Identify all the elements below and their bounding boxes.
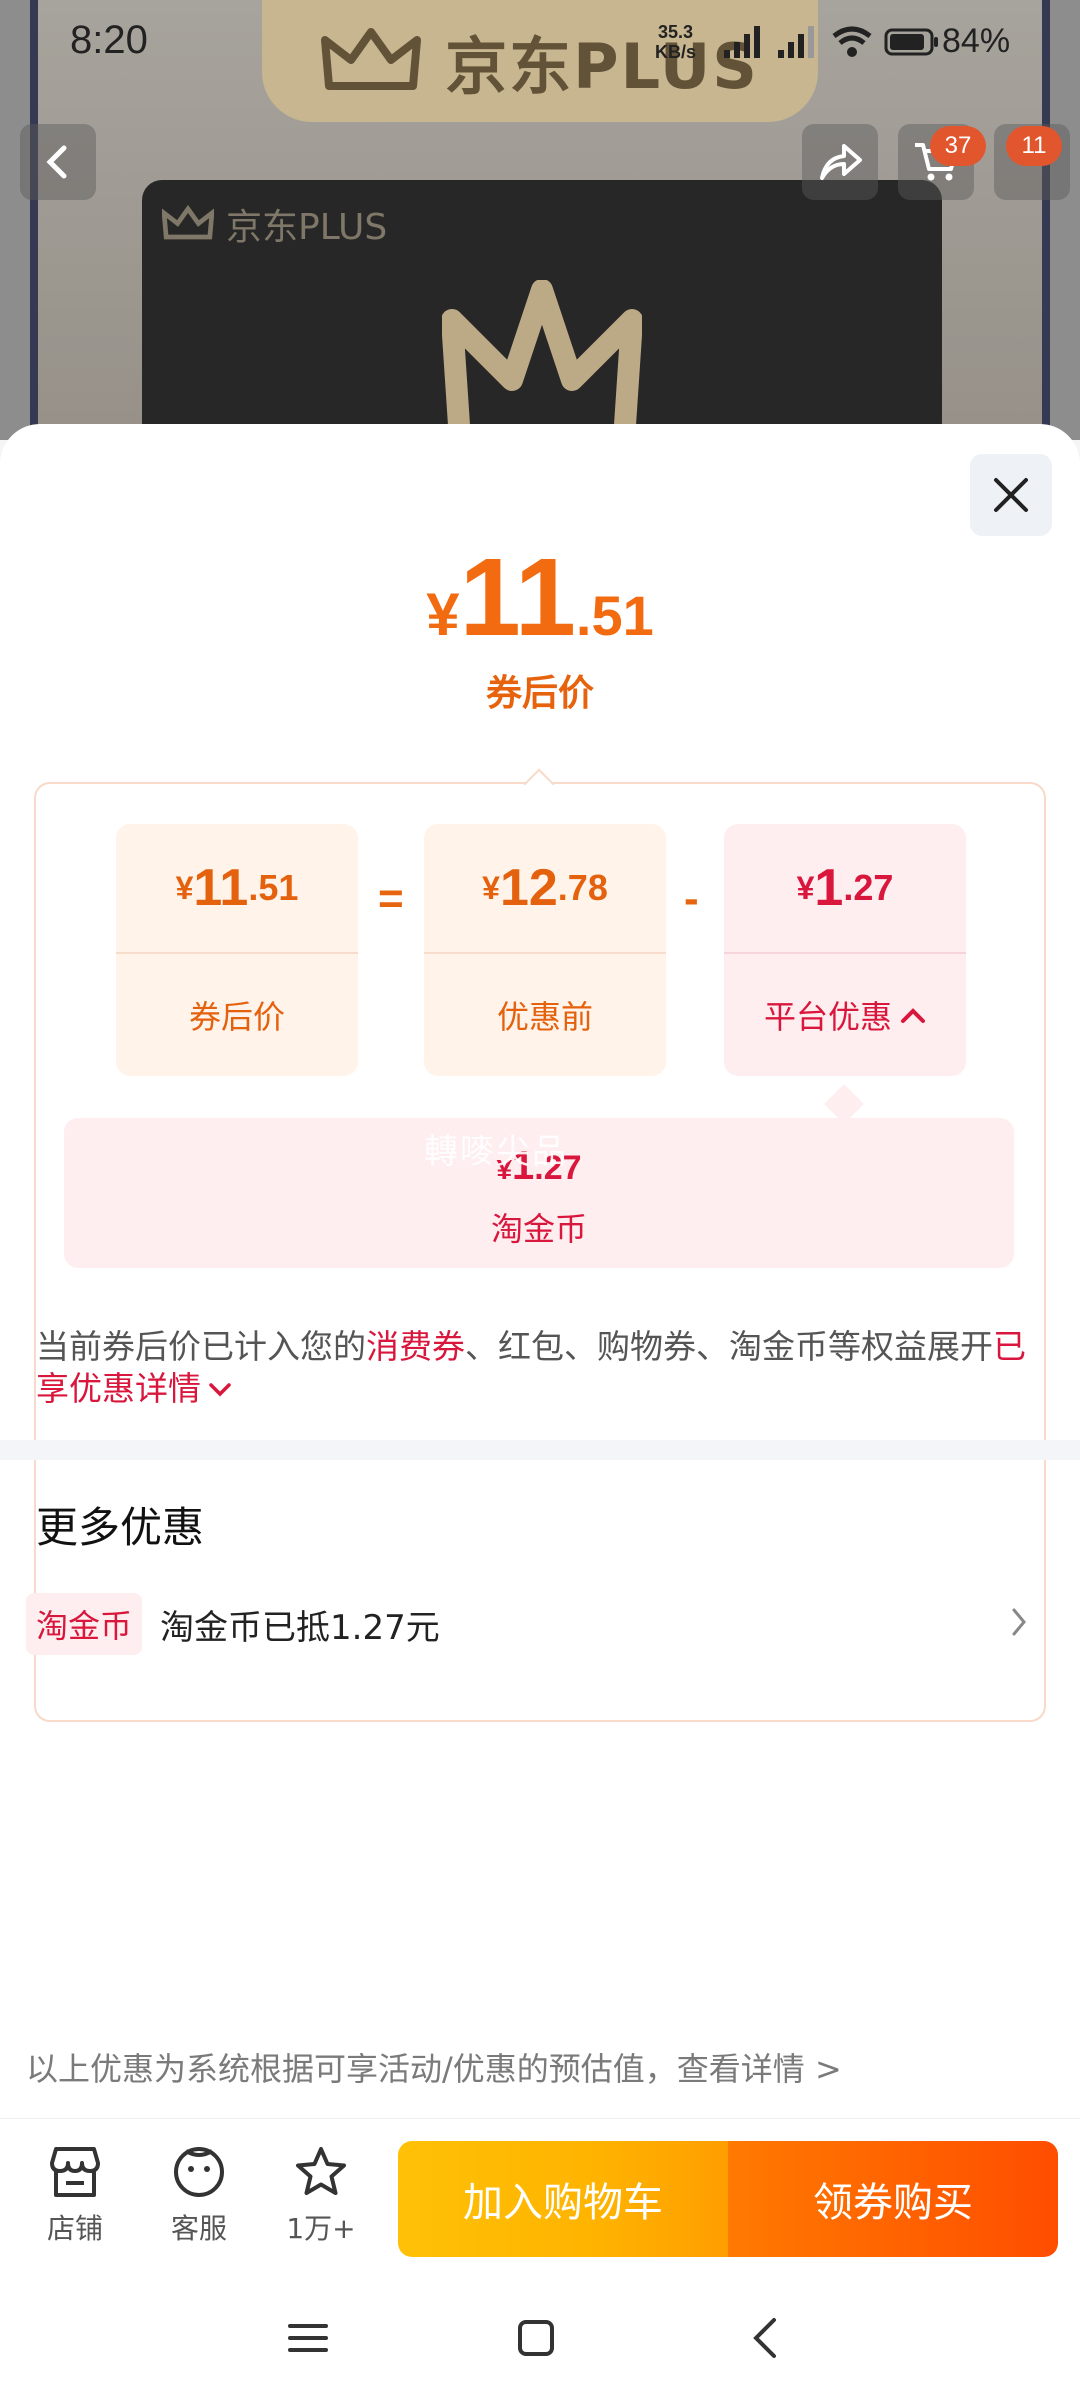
consumption-coupon-link[interactable]: 消费券	[366, 1327, 465, 1366]
close-button[interactable]	[970, 454, 1052, 536]
back-icon	[753, 2318, 776, 2358]
message-count-badge: 11	[1006, 126, 1062, 166]
battery-percent: 84%	[942, 22, 1011, 60]
store-button[interactable]: 店铺	[20, 2145, 130, 2247]
coin-offer-text: 淘金币已抵1.27元	[160, 1607, 440, 1648]
chevron-right-icon	[1012, 1608, 1026, 1636]
close-icon	[994, 478, 1028, 512]
recent-apps-button[interactable]	[278, 2308, 338, 2368]
after-coupon-card: ¥11.51 券后价	[116, 824, 358, 1076]
final-price: ¥11.51	[426, 536, 654, 659]
discount-note: 当前券后价已计入您的消费券、红包、购物券、淘金币等权益展开已享优惠详情	[36, 1327, 1026, 1408]
equals-sign: =	[378, 874, 404, 923]
estimate-disclaimer[interactable]: 以上优惠为系统根据可享活动/优惠的预估值，查看详情 >	[26, 2044, 842, 2090]
signal-icon	[724, 26, 760, 58]
signal-icon	[778, 26, 814, 58]
section-divider	[0, 1440, 1080, 1460]
coin-discount-panel: ¥1.27 轉嘜尖品 淘金币	[64, 1118, 1014, 1268]
share-button[interactable]	[802, 124, 878, 200]
cart-count-badge: 37	[930, 126, 986, 166]
minus-sign: -	[684, 874, 699, 923]
platform-discount-card[interactable]: ¥1.27 平台优惠	[724, 824, 966, 1076]
store-icon	[50, 2147, 100, 2197]
share-icon	[820, 144, 862, 180]
before-discount-card: ¥12.78 优惠前	[424, 824, 666, 1076]
chevron-down-icon	[209, 1383, 231, 1397]
service-icon	[174, 2147, 224, 2197]
coin-tag: 淘金币	[26, 1593, 143, 1655]
battery-icon	[884, 28, 938, 56]
wifi-icon	[832, 26, 872, 57]
chevron-up-icon	[901, 1008, 925, 1023]
network-rate: 35.3 KB/s	[655, 22, 697, 62]
status-bar: 8:20 35.3 KB/s 84%	[0, 0, 1080, 90]
claim-coupon-buy-button[interactable]: 领券购买	[728, 2141, 1058, 2257]
back-arrow-icon	[46, 145, 67, 179]
add-to-cart-button[interactable]: 加入购物车	[398, 2141, 728, 2257]
favorite-button[interactable]: 1万+	[266, 2145, 376, 2247]
home-square-icon	[518, 2320, 554, 2356]
watermark: 轉嘜尖品	[424, 1132, 568, 1172]
customer-service-button[interactable]: 客服	[144, 2145, 254, 2247]
system-nav-bar	[0, 2268, 1080, 2400]
back-button[interactable]	[20, 124, 96, 200]
system-back-button[interactable]	[736, 2308, 796, 2368]
star-icon	[296, 2147, 346, 2195]
clock: 8:20	[70, 18, 148, 62]
platform-discount-label: 平台优惠	[763, 998, 892, 1036]
more-offers-title: 更多优惠	[36, 1503, 205, 1552]
bottom-action-bar: 店铺 客服 1万+ 加入购物车 领券购买	[0, 2118, 1080, 2268]
menu-icon	[288, 2324, 328, 2352]
final-price-label: 券后价	[485, 673, 594, 714]
coin-offer-row[interactable]: 淘金币 淘金币已抵1.27元	[26, 1588, 1056, 1660]
price-detail-sheet: ¥11.51 券后价 ¥11.51 券后价 = ¥12.78 优惠前 - ¥1.…	[0, 424, 1080, 2124]
home-button[interactable]	[506, 2308, 566, 2368]
